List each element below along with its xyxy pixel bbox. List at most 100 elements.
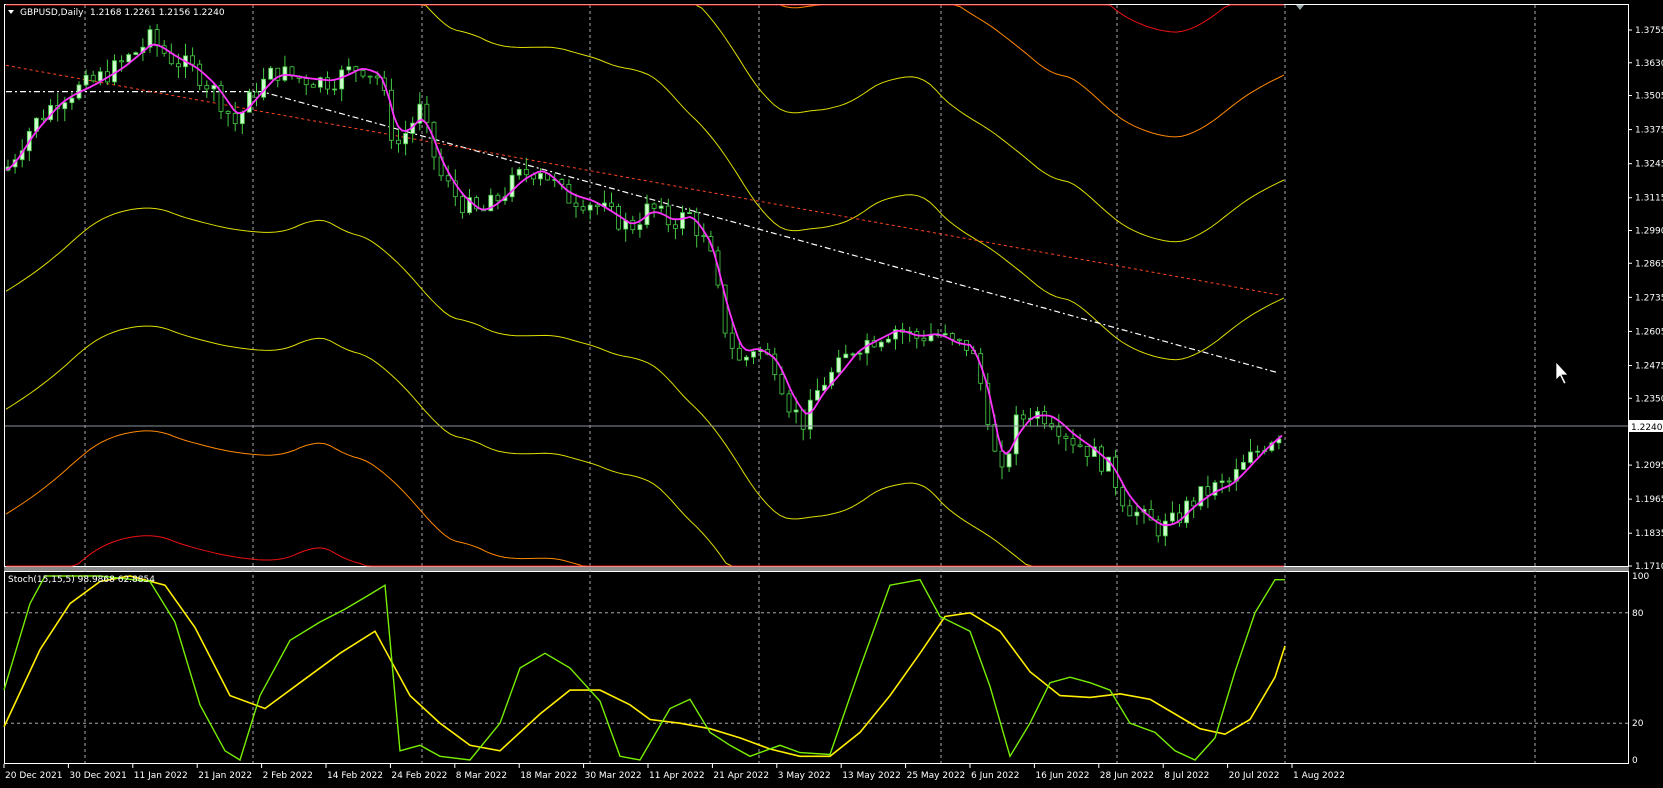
time-label: 8 Jul 2022: [1164, 771, 1209, 781]
price-label: 1.2990: [1635, 227, 1663, 237]
candle-body: [459, 196, 465, 214]
candle-body: [332, 88, 338, 91]
stoch-level-label: 100: [1632, 572, 1649, 582]
candle-body: [445, 175, 451, 182]
candle-body: [239, 111, 245, 125]
candle-body: [1070, 438, 1076, 446]
candle-body: [594, 204, 600, 208]
candle-body: [516, 168, 522, 176]
stoch-caption: Stoch(15,15,5) 98.9868 62.8854: [8, 575, 155, 585]
time-label: 13 May 2022: [842, 771, 901, 781]
candle-body: [119, 60, 124, 63]
price-label: 1.3115: [1635, 194, 1663, 204]
candle-body: [204, 85, 210, 90]
price-label: 1.2350: [1635, 394, 1663, 404]
candle-body: [41, 117, 46, 121]
candle-body: [1162, 520, 1168, 537]
candle-body: [360, 70, 366, 77]
candle-body: [942, 333, 948, 336]
candle-body: [878, 341, 884, 348]
candle-body: [1134, 511, 1140, 517]
candle-body: [566, 183, 572, 204]
time-label: 8 Mar 2022: [456, 771, 507, 781]
candle-body: [112, 60, 117, 83]
ohlc-values: 1.2168 1.2261 1.2156 1.2240: [90, 8, 225, 18]
candle-body: [1020, 414, 1026, 420]
candle-body: [609, 202, 614, 207]
candle-body: [339, 69, 345, 90]
candle-body: [1042, 411, 1047, 425]
candle-body: [807, 399, 813, 430]
time-label: 3 May 2022: [778, 771, 831, 781]
time-label: 6 Jun 2022: [971, 771, 1019, 781]
candle-body: [957, 338, 962, 341]
time-label: 30 Dec 2021: [69, 771, 127, 781]
price-label: 1.2605: [1635, 327, 1663, 337]
stoch-level-label: 20: [1632, 719, 1644, 729]
price-label: 1.2095: [1635, 461, 1663, 471]
candle-body: [83, 74, 89, 86]
time-label: 11 Jan 2022: [134, 771, 188, 781]
price-label: 1.3630: [1635, 59, 1663, 69]
stoch-level-label: 0: [1632, 756, 1638, 766]
time-label: 21 Jan 2022: [198, 771, 252, 781]
candle-body: [701, 235, 707, 237]
price-label: 1.1965: [1635, 495, 1663, 505]
candle-body: [630, 219, 636, 231]
candle-body: [850, 353, 856, 356]
candle-body: [90, 74, 96, 82]
time-label: 1 Aug 2022: [1293, 771, 1345, 781]
price-label: 1.1710: [1635, 562, 1663, 572]
candle-body: [396, 139, 401, 145]
time-label: 18 Mar 2022: [520, 771, 577, 781]
candle-body: [133, 52, 139, 55]
price-label: 1.2865: [1635, 259, 1663, 269]
current-price-value: 1.2240: [1631, 423, 1663, 433]
candle-body: [779, 374, 785, 395]
candle-body: [651, 203, 657, 209]
candle-body: [268, 67, 274, 80]
candle-body: [509, 174, 515, 198]
time-label: 14 Feb 2022: [327, 771, 383, 781]
candle-body: [1170, 512, 1175, 522]
candle-body: [374, 75, 380, 79]
candle-body: [197, 63, 203, 86]
time-label: 24 Feb 2022: [391, 771, 447, 781]
candle-body: [346, 66, 352, 71]
candle-body: [616, 206, 621, 230]
candle-body: [1219, 480, 1225, 483]
candle-body: [687, 212, 692, 215]
time-label: 21 Apr 2022: [713, 771, 769, 781]
candle-body: [175, 63, 181, 68]
price-label: 1.2735: [1635, 293, 1663, 303]
candle-body: [949, 333, 955, 340]
price-label: 1.3755: [1635, 26, 1663, 36]
candle-body: [282, 66, 288, 81]
candle-body: [729, 332, 735, 349]
candle-body: [403, 133, 409, 145]
candle-body: [751, 351, 756, 358]
time-label: 20 Dec 2021: [5, 771, 63, 781]
candle-body: [744, 356, 749, 361]
candle-body: [495, 194, 501, 202]
time-label: 2 Feb 2022: [263, 771, 313, 781]
candle-body: [573, 202, 579, 207]
candle-body: [523, 168, 529, 176]
time-label: 28 Jun 2022: [1100, 771, 1154, 781]
candle-body: [303, 78, 309, 86]
candle-body: [999, 450, 1005, 468]
candle-body: [1127, 505, 1133, 517]
candle-body: [1006, 453, 1012, 468]
candle-body: [921, 337, 927, 342]
time-label: 25 May 2022: [907, 771, 966, 781]
candle-body: [680, 212, 685, 229]
candle-body: [69, 97, 75, 104]
candle-body: [225, 110, 231, 114]
candle-body: [190, 55, 196, 65]
candle-body: [1241, 462, 1246, 470]
time-label: 16 Jun 2022: [1035, 771, 1089, 781]
trading-chart[interactable]: GBPUSD,Daily 1.2168 1.2261 1.2156 1.2240…: [0, 0, 1663, 788]
candle-body: [1120, 487, 1126, 507]
candle-body: [126, 54, 132, 63]
candle-body: [857, 352, 863, 355]
